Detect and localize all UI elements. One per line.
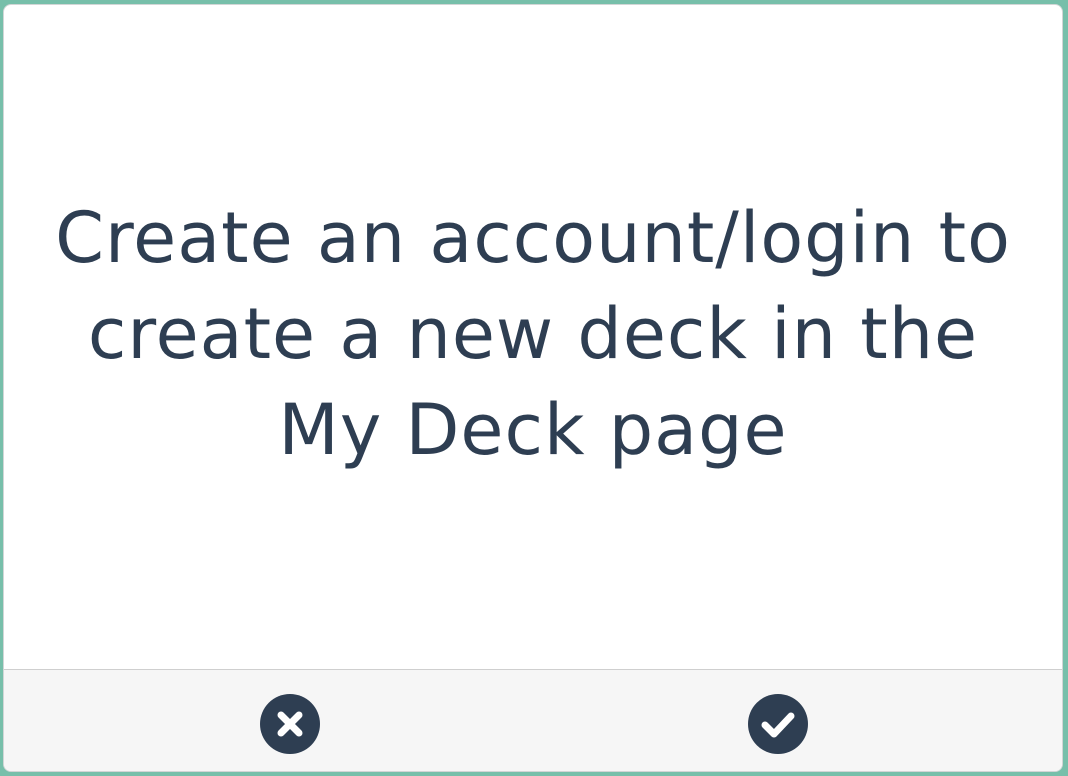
dialog-message: Create an account/login to create a new …	[55, 197, 1011, 471]
confirm-button[interactable]	[748, 694, 808, 754]
close-circle-icon	[277, 711, 303, 737]
dialog-body: Create an account/login to create a new …	[4, 5, 1062, 671]
check-circle-icon	[761, 712, 795, 738]
cancel-button[interactable]	[260, 694, 320, 754]
page-background: Create an account/login to create a new …	[0, 0, 1068, 776]
dialog-card: Create an account/login to create a new …	[3, 4, 1063, 772]
dialog-footer	[4, 669, 1062, 771]
